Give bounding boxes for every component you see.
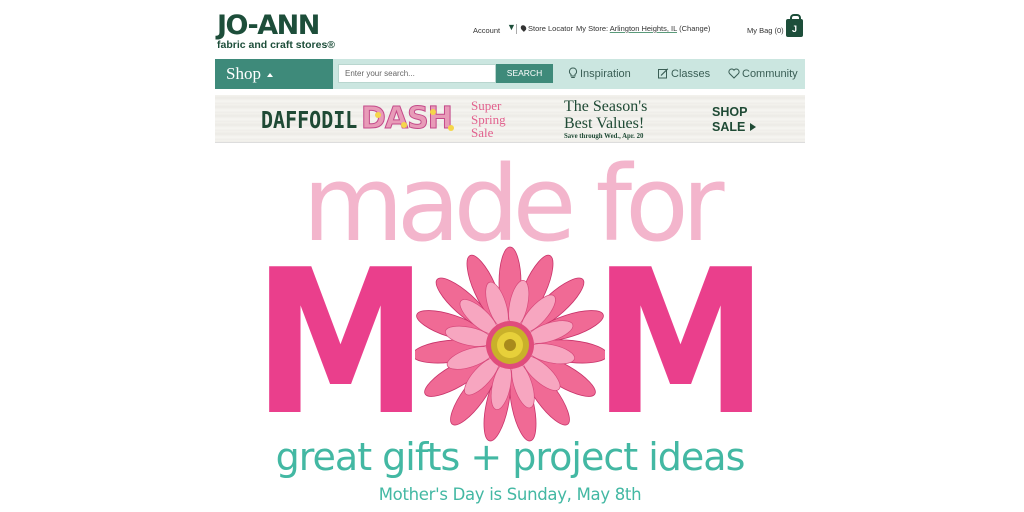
search-input[interactable]: [338, 64, 496, 83]
super-spring-sale: Super Spring Sale: [471, 99, 506, 140]
shop-menu-label: Shop: [226, 64, 261, 83]
chevron-down-icon[interactable]: ▼: [507, 22, 516, 32]
shop-sale-link[interactable]: SHOP SALE: [712, 105, 757, 134]
hero-subline: Mother's Day is Sunday, May 8th: [378, 485, 642, 504]
flower-dot: [375, 112, 381, 118]
nav-classes-label: Classes: [671, 68, 711, 80]
logo-tagline: fabric and craft stores®: [217, 39, 336, 51]
flower-dot: [401, 122, 407, 128]
shop-sale-line: SALE: [712, 119, 746, 134]
nav-inspiration[interactable]: Inspiration: [568, 59, 631, 89]
change-store-link[interactable]: (Change): [679, 24, 710, 33]
account-link[interactable]: Account: [473, 26, 500, 35]
shopping-bag-icon[interactable]: J: [786, 14, 803, 37]
caret-up-icon: [266, 73, 273, 78]
nav-community[interactable]: Community: [728, 59, 798, 89]
sale-line: Spring: [471, 111, 506, 127]
page: JO-ANN fabric and craft stores® Account …: [215, 0, 805, 512]
shop-sale-line: SHOP: [712, 105, 748, 119]
store-locator-label: Store Locator: [528, 24, 574, 33]
joann-logo[interactable]: JO-ANN fabric and craft stores®: [217, 10, 357, 52]
flower-dot: [430, 109, 436, 115]
heart-icon: [728, 68, 740, 79]
daffodil-text: DAFFODIL: [261, 106, 358, 134]
store-locator-link[interactable]: Store Locator: [519, 24, 574, 33]
season-values: The Season's Best Values! Save through W…: [564, 98, 647, 141]
flower-dot: [448, 125, 454, 131]
season-line: Best Values!: [564, 115, 645, 132]
gerbera-flower-image: [415, 246, 605, 442]
nav-classes[interactable]: Classes: [658, 59, 710, 89]
pencil-note-icon: [658, 68, 669, 79]
my-store-name-link[interactable]: Arlington Heights, IL: [610, 24, 677, 33]
map-pin-icon: [519, 24, 528, 32]
hero-mom-left-m: M: [253, 227, 428, 460]
main-nav: Shop SEARCH Inspiration Classes Communit…: [215, 59, 805, 89]
search-button[interactable]: SEARCH: [496, 64, 553, 83]
lightbulb-icon: [568, 67, 578, 78]
sale-line: Super: [471, 98, 502, 113]
daffodil-dash-promo-banner[interactable]: DAFFODIL DASH Super Spring Sale The Seas…: [215, 95, 805, 143]
hero-mom-right-m: M: [593, 227, 768, 460]
divider: [516, 24, 517, 34]
dash-text: DASH: [361, 101, 454, 137]
season-line: The Season's: [564, 98, 648, 115]
play-arrow-icon: [750, 122, 757, 131]
nav-inspiration-label: Inspiration: [580, 68, 631, 80]
nav-community-label: Community: [742, 68, 798, 80]
logo-wordmark: JO-ANN: [217, 10, 320, 41]
hero-tagline: great gifts + project ideas: [275, 435, 746, 479]
shop-menu-button[interactable]: Shop: [215, 59, 333, 89]
my-store: My Store: Arlington Heights, IL (Change): [576, 24, 710, 33]
my-store-label: My Store:: [576, 24, 609, 33]
my-bag-link[interactable]: My Bag (0): [747, 26, 784, 35]
sale-line: Sale: [471, 125, 494, 140]
made-for-mom-hero[interactable]: made for M M great gifts + project ideas…: [215, 143, 805, 512]
